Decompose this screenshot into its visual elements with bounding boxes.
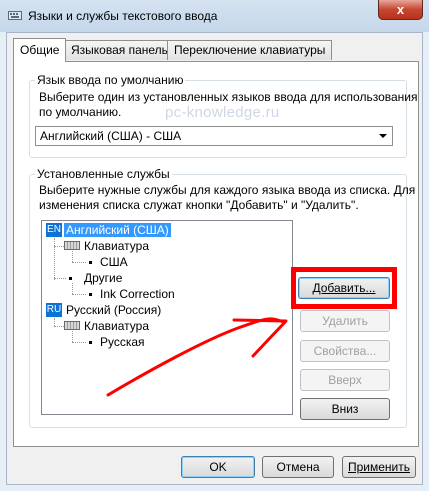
highlight-box <box>291 267 397 309</box>
arrow-annotation <box>106 317 288 397</box>
